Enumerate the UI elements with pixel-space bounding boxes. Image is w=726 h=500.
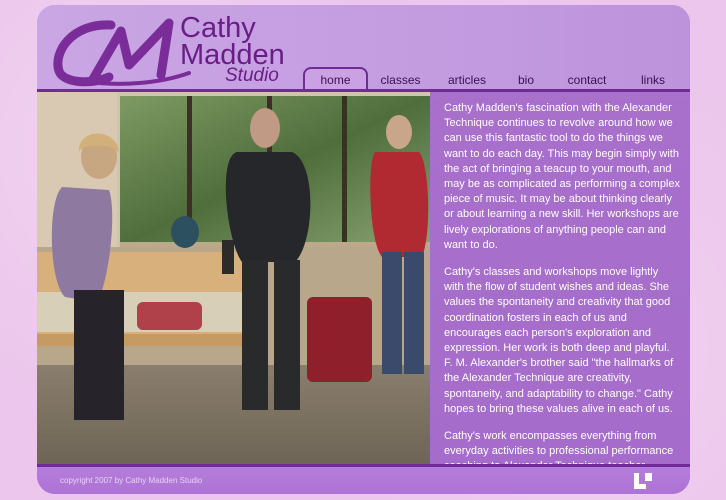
intro-text: Cathy Madden's fascination with the Alex… <box>444 101 680 494</box>
copyright-text: copyright 2007 by Cathy Madden Studio <box>60 476 203 485</box>
nav-bio[interactable]: bio <box>509 69 543 91</box>
intro-paragraph-2: Cathy's classes and workshops move light… <box>444 266 674 415</box>
site-footer: copyright 2007 by Cathy Madden Studio <box>37 467 690 494</box>
nav-articles[interactable]: articles <box>436 69 498 91</box>
nav-links[interactable]: links <box>628 69 678 91</box>
main-nav: home classes articles bio contact links <box>303 67 690 93</box>
nav-contact[interactable]: contact <box>557 69 617 91</box>
intro-paragraph-1: Cathy Madden's fascination with the Alex… <box>444 102 680 251</box>
cm-monogram-logo[interactable] <box>51 13 191 87</box>
studio-photo <box>37 92 430 464</box>
nav-classes[interactable]: classes <box>373 69 428 91</box>
logo-text-studio: Studio <box>225 65 279 86</box>
page-frame: Cathy Madden Studio home classes article… <box>37 5 690 494</box>
site-header: Cathy Madden Studio home classes article… <box>37 5 690 93</box>
brand-corner-icon[interactable] <box>634 473 652 489</box>
